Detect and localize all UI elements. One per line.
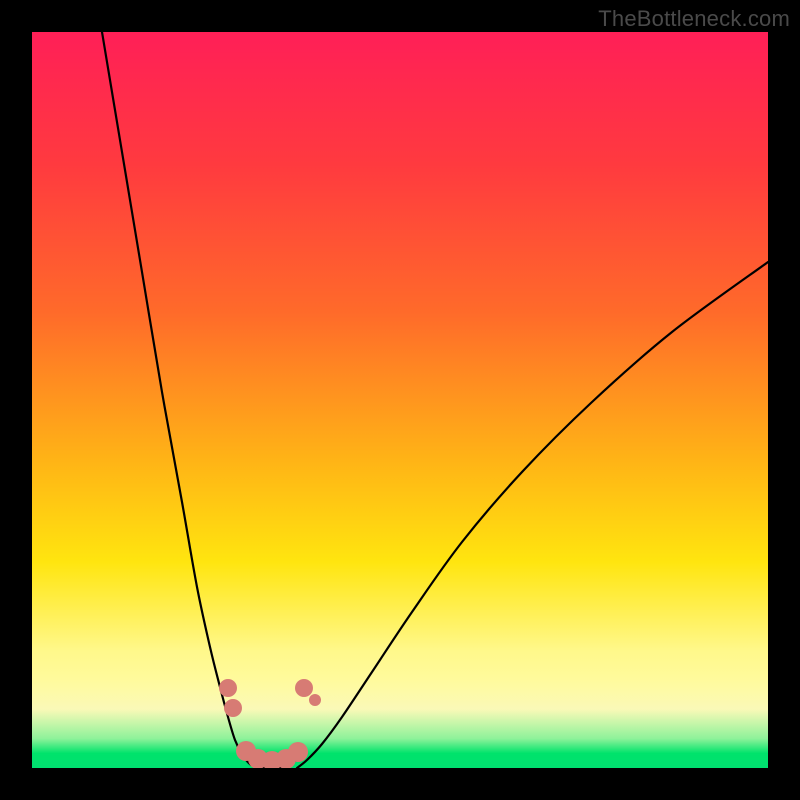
data-marker	[295, 679, 313, 697]
curve-layer	[102, 32, 768, 768]
marker-layer	[219, 679, 321, 768]
series-right-curve	[297, 262, 768, 768]
plot-area	[32, 32, 768, 768]
data-marker	[309, 694, 321, 706]
watermark-text: TheBottleneck.com	[598, 6, 790, 32]
data-marker	[219, 679, 237, 697]
bottleneck-curve-chart	[32, 32, 768, 768]
data-marker	[224, 699, 242, 717]
chart-frame: TheBottleneck.com	[0, 0, 800, 800]
data-marker	[288, 742, 308, 762]
series-left-curve	[102, 32, 262, 768]
